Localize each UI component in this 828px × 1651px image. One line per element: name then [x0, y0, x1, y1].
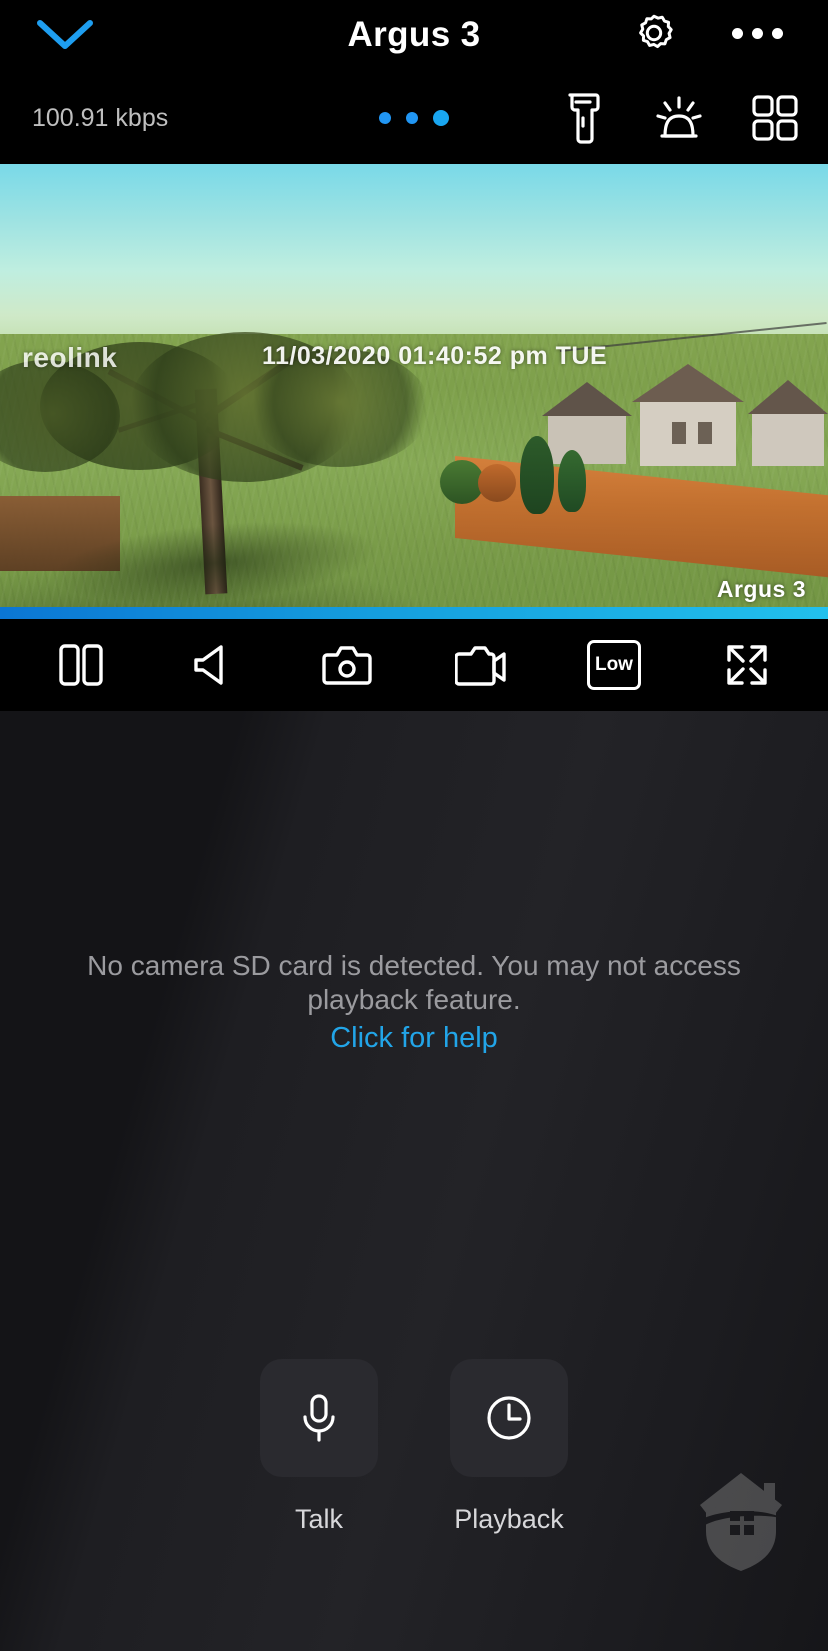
video-camera-label: Argus 3 [716, 576, 806, 602]
grid-view-glyph [752, 95, 798, 141]
player-control-bar: Low [0, 619, 828, 711]
page-dot [379, 112, 391, 124]
video-timestamp: 11/03/2020 01:40:52 pm TUE [262, 342, 608, 370]
house-shield-glyph [698, 1473, 784, 1571]
quality-value: Low [594, 654, 633, 675]
live-video-feed[interactable]: reolink 11/03/2020 01:40:52 pm TUE Argus… [0, 164, 828, 619]
video-camera-icon [454, 646, 506, 686]
talk-button-label: Talk [294, 1504, 343, 1534]
top-navigation-bar: Argus 3 [0, 0, 828, 72]
more-dot [731, 27, 743, 39]
page-dot [406, 112, 418, 124]
page-title: Argus 3 [347, 15, 481, 54]
empty-state-message: No camera SD card is detected. You may n… [87, 950, 741, 1015]
bitrate-label: 100.91 kbps [32, 104, 169, 132]
playback-button[interactable]: Playback [450, 1359, 568, 1535]
help-link[interactable]: Click for help [0, 1022, 828, 1055]
quality-badge-icon: Low [586, 640, 641, 690]
video-shrub [478, 464, 516, 502]
stream-progress-bar[interactable] [0, 607, 828, 619]
grid-view-icon[interactable] [744, 87, 806, 149]
clock-icon [487, 1396, 531, 1440]
mute-button[interactable] [175, 626, 253, 704]
talk-button[interactable]: Talk [260, 1359, 378, 1535]
record-button[interactable] [442, 626, 520, 704]
quality-button[interactable]: Low [575, 626, 653, 704]
siren-icon[interactable] [648, 87, 710, 149]
flashlight-icon[interactable] [552, 87, 614, 149]
quick-action-icons [552, 72, 806, 164]
more-dot [771, 27, 783, 39]
page-dot-active [433, 110, 449, 126]
video-shrub [558, 450, 586, 512]
fullscreen-button[interactable] [708, 626, 786, 704]
camera-live-view-screen: Argus 3 100.91 kbps reolink 11/03/2020 0… [0, 0, 828, 1651]
split-screen-icon [58, 644, 103, 686]
speaker-icon [194, 645, 223, 685]
flashlight-glyph [568, 93, 600, 144]
video-shrub [520, 436, 554, 514]
more-horizontal-icon[interactable] [724, 4, 790, 62]
expand-icon [727, 645, 767, 685]
house-shield-icon [692, 1469, 790, 1573]
stream-status-bar: 100.91 kbps [0, 72, 828, 164]
video-brand-watermark: reolink [22, 342, 118, 373]
playback-button-tile [450, 1359, 568, 1477]
split-view-button[interactable] [42, 626, 120, 704]
gear-glyph [639, 14, 673, 49]
siren-glyph [656, 96, 702, 138]
gear-icon[interactable] [626, 4, 682, 62]
camera-icon [322, 646, 373, 685]
talk-button-tile [260, 1359, 378, 1477]
playback-panel: No camera SD card is detected. You may n… [0, 711, 828, 1651]
playback-button-label: Playback [454, 1504, 564, 1534]
snapshot-button[interactable] [308, 626, 386, 704]
more-dot [751, 27, 763, 39]
microphone-icon [303, 1394, 335, 1442]
